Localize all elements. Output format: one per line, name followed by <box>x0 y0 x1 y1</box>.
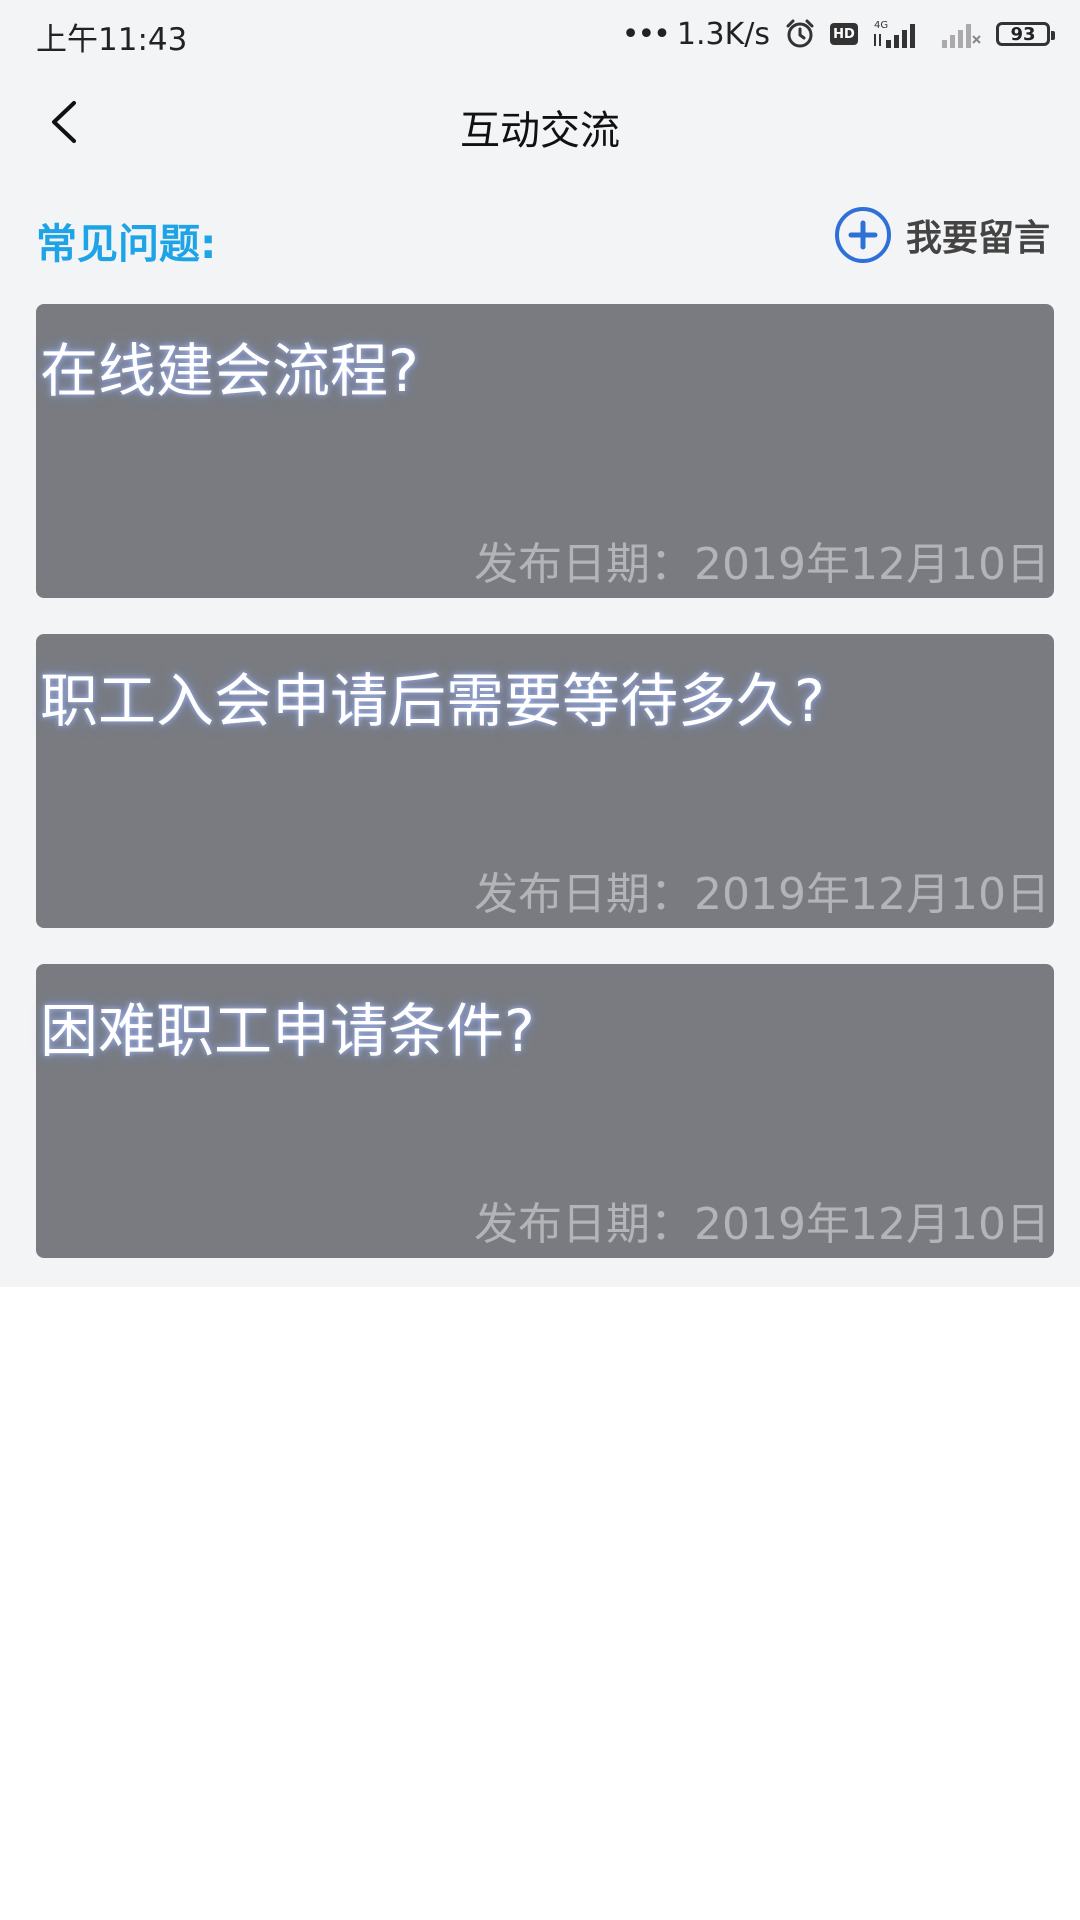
battery-level: 93 <box>1010 23 1036 45</box>
faq-title: 困难职工申请条件? <box>40 997 535 1065</box>
signal-weak-icon <box>938 18 982 50</box>
faq-card[interactable]: 在线建会流程? 发布日期：2019年12月10日 <box>36 304 1054 598</box>
status-time: 上午11:43 <box>36 22 188 58</box>
add-circle-icon <box>834 207 891 263</box>
page-title: 互动交流 <box>460 108 620 154</box>
battery-icon: 93 <box>996 22 1055 46</box>
network-type: 4G <box>874 20 888 31</box>
hd-icon: HD <box>830 23 858 45</box>
leave-message-button[interactable]: 我要留言 <box>834 207 1050 263</box>
more-dots-icon: ••• <box>621 16 671 52</box>
faq-title: 在线建会流程? <box>40 337 419 405</box>
faq-date: 发布日期：2019年12月10日 <box>474 869 1050 920</box>
leave-message-label: 我要留言 <box>905 218 1050 259</box>
status-bar: 上午11:43 ••• 1.3K/s HD 4G 93 <box>0 0 1080 70</box>
faq-title: 职工入会申请后需要等待多久? <box>40 667 825 735</box>
network-speed: 1.3K/s <box>676 16 770 52</box>
faq-card[interactable]: 困难职工申请条件? 发布日期：2019年12月10日 <box>36 964 1054 1258</box>
faq-date: 发布日期：2019年12月10日 <box>474 1199 1050 1250</box>
signal-4g-icon: 4G <box>872 18 924 50</box>
status-icons: ••• 1.3K/s HD 4G 93 <box>621 14 1055 54</box>
faq-date: 发布日期：2019年12月10日 <box>474 539 1050 590</box>
nav-bar: 互动交流 <box>0 70 1080 175</box>
faq-card[interactable]: 职工入会申请后需要等待多久? 发布日期：2019年12月10日 <box>36 634 1054 928</box>
faq-section-title: 常见问题: <box>36 220 217 268</box>
alarm-icon <box>784 18 816 50</box>
